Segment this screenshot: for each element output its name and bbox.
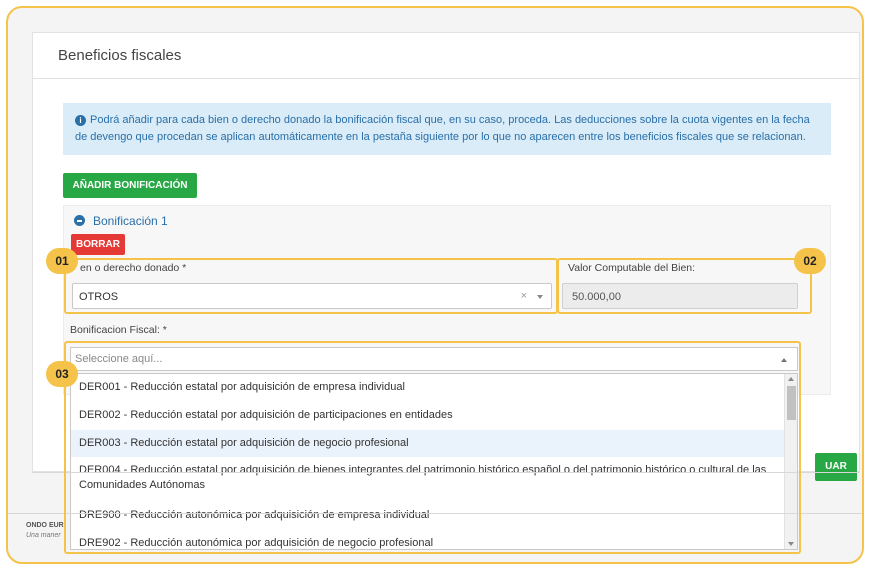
callout-badge-03: 03: [46, 361, 78, 387]
info-icon: i: [75, 115, 86, 126]
callout-badge-01: 01: [46, 248, 78, 274]
info-text: Podrá añadir para cada bien o derecho do…: [75, 114, 810, 143]
footer-slogan-text: Una maner: [26, 532, 61, 539]
collapse-icon[interactable]: [74, 215, 85, 226]
page-title: Beneficios fiscales: [58, 47, 182, 64]
panel-header: Beneficios fiscales: [33, 33, 859, 79]
callout-box-03: [64, 341, 801, 554]
callout-box-01: [64, 258, 558, 314]
delete-bonus-button[interactable]: BORRAR: [71, 234, 125, 255]
add-bonus-button[interactable]: AÑADIR BONIFICACIÓN: [63, 173, 197, 198]
continue-button[interactable]: UAR: [815, 453, 857, 481]
info-alert: i Podrá añadir para cada bien o derecho d…: [63, 103, 831, 155]
footer-fund-text: ONDO EUR: [26, 522, 64, 529]
accordion-title: Bonificación 1: [93, 214, 168, 228]
accordion-toggle[interactable]: Bonificación 1: [74, 214, 168, 228]
boni-label: Bonificacion Fiscal: *: [70, 324, 167, 336]
app-canvas: Beneficios fiscales i Podrá añadir para c…: [8, 8, 862, 562]
screenshot-frame: Beneficios fiscales i Podrá añadir para c…: [6, 6, 864, 564]
callout-badge-02: 02: [794, 248, 826, 274]
callout-box-02: [557, 258, 812, 314]
